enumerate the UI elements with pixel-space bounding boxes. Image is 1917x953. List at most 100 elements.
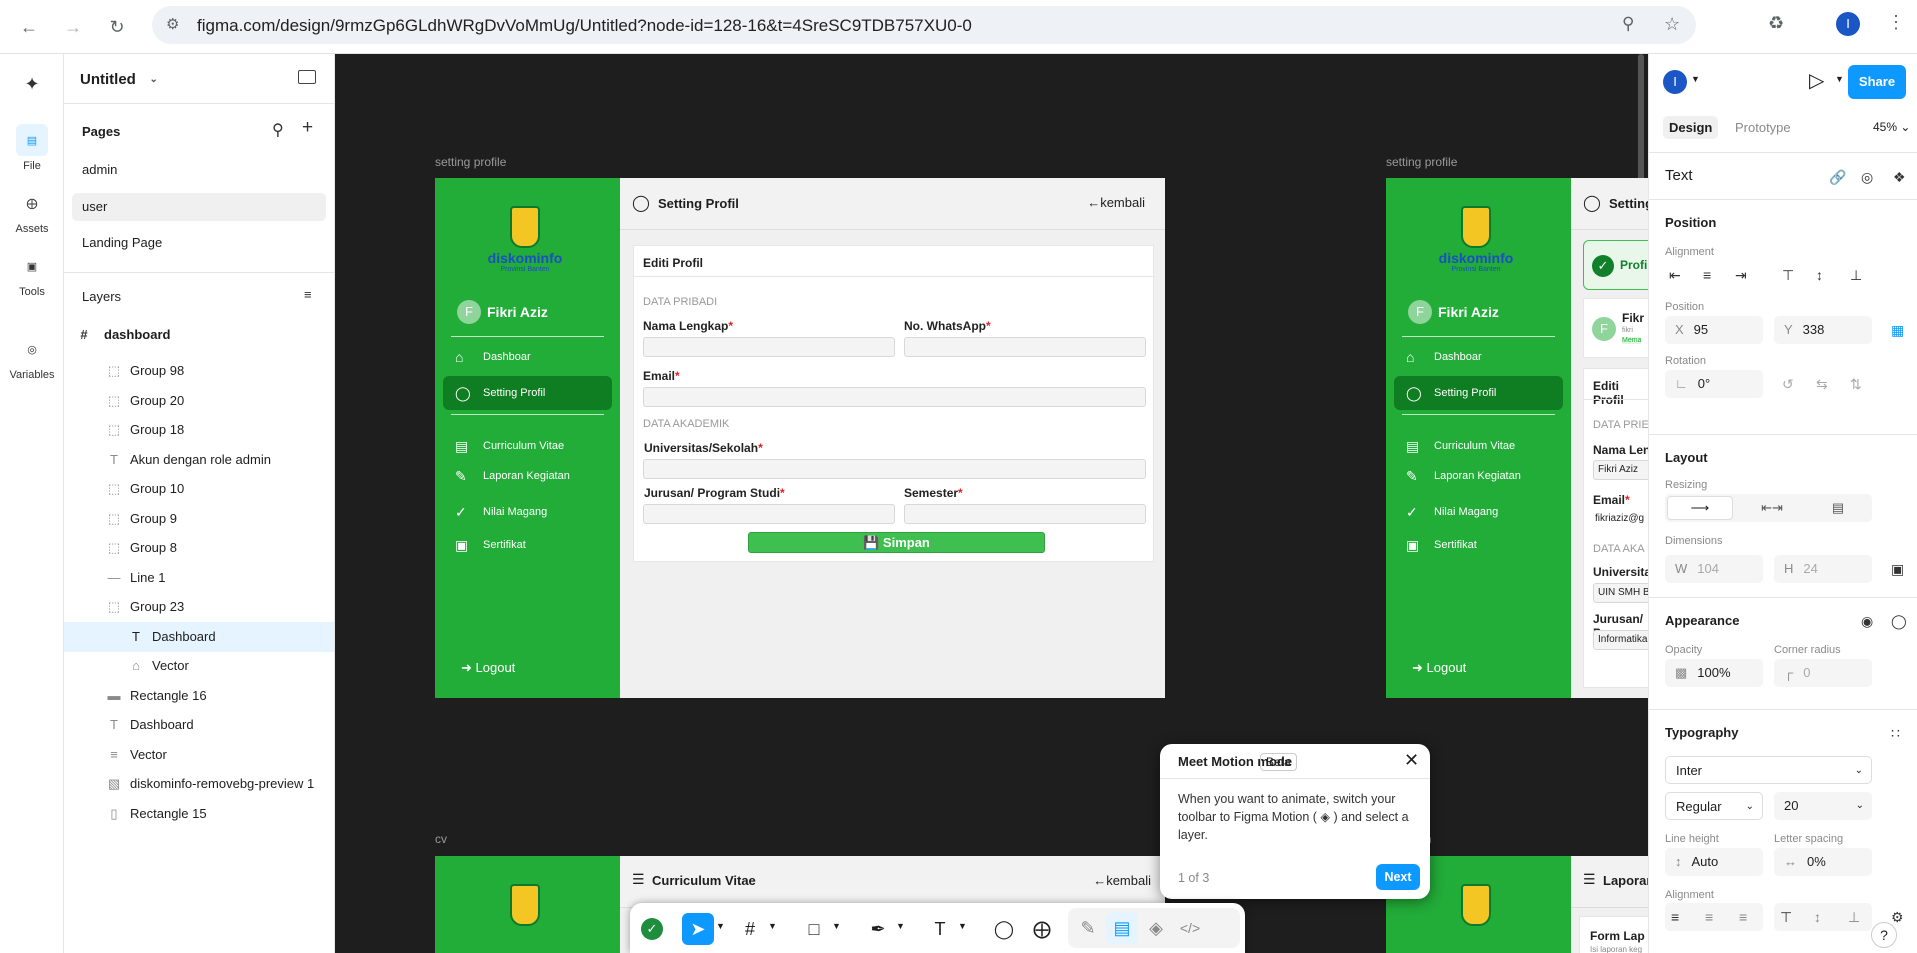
rail-tools[interactable]: ▣ Tools: [0, 250, 64, 299]
move-tool-icon[interactable]: ➤: [682, 913, 714, 945]
component-icon[interactable]: ❖: [1893, 169, 1906, 186]
motion-mode-icon[interactable]: ◈: [1140, 912, 1172, 944]
text-align-center-icon[interactable]: ≡: [1705, 909, 1713, 925]
blend-mode-icon[interactable]: ◯: [1891, 613, 1907, 630]
layer-item[interactable]: T Akun dengan role admin: [78, 445, 334, 475]
menu-setting-profil[interactable]: ◯ Setting Profil: [1394, 376, 1563, 410]
font-weight-select[interactable]: Regular ⌄: [1665, 792, 1763, 820]
menu-cv[interactable]: ▤ Curriculum Vitae: [1394, 431, 1563, 461]
corner-radius-field[interactable]: ┌ 0: [1774, 659, 1872, 687]
comment-tool-icon[interactable]: ◯: [988, 913, 1020, 945]
menu-setting-profil[interactable]: ◯ Setting Profil: [443, 376, 612, 410]
extensions-icon[interactable]: ♻: [1768, 13, 1784, 34]
layer-item[interactable]: ⬚ Group 8: [78, 533, 334, 563]
layer-root-frame[interactable]: # dashboard: [72, 320, 329, 350]
chevron-down-icon[interactable]: ▼: [716, 921, 725, 931]
x-field[interactable]: X 95: [1665, 316, 1763, 344]
menu-dashboard[interactable]: ⌂ Dashboar: [443, 342, 612, 372]
tab-design[interactable]: Design: [1663, 116, 1719, 139]
align-right-icon[interactable]: ⇥: [1735, 267, 1747, 284]
text-align-bottom-icon[interactable]: ⊥: [1848, 909, 1860, 926]
page-item-user[interactable]: user: [72, 193, 326, 221]
frame-setting-profile[interactable]: diskominfo Provinsi Banten F Fikri Aziz …: [435, 178, 1165, 698]
collapse-layers-icon[interactable]: ≡: [304, 287, 312, 302]
layer-item[interactable]: ⬚ Group 10: [78, 474, 334, 504]
logout-button[interactable]: ➜ Logout: [1412, 660, 1466, 676]
menu-laporan[interactable]: ✎ Laporan Kegiatan: [1394, 461, 1563, 491]
menu-sertifikat[interactable]: ▣ Sertifikat: [443, 530, 612, 560]
logout-button[interactable]: ➜ Logout: [461, 660, 515, 676]
forward-arrow-icon[interactable]: →: [58, 12, 88, 42]
font-size-field[interactable]: 20 ⌄: [1774, 792, 1872, 820]
layer-item[interactable]: ⬚ Group 18: [78, 415, 334, 445]
user-avatar[interactable]: I: [1663, 70, 1687, 94]
text-tool-icon[interactable]: T: [924, 913, 956, 945]
add-page-icon[interactable]: +: [302, 117, 313, 139]
menu-nilai[interactable]: ✓ Nilai Magang: [443, 497, 612, 527]
reload-icon[interactable]: ↻: [102, 12, 132, 42]
page-item-landing[interactable]: Landing Page: [72, 229, 326, 257]
opacity-field[interactable]: ▩ 100%: [1665, 659, 1763, 687]
type-settings-icon[interactable]: ⚙: [1891, 909, 1904, 926]
frame-label[interactable]: setting profile: [1386, 155, 1457, 169]
y-field[interactable]: Y 338: [1774, 316, 1872, 344]
canvas[interactable]: setting profile diskominfo Provinsi Bant…: [335, 54, 1648, 953]
letter-spacing-field[interactable]: ↔ 0%: [1774, 848, 1872, 876]
frame-tool-icon[interactable]: #: [734, 913, 766, 945]
whatsapp-input[interactable]: [904, 337, 1146, 357]
pen-tool-icon[interactable]: ✒: [862, 913, 894, 945]
link-icon[interactable]: 🔗: [1829, 169, 1846, 186]
email-value[interactable]: fikriaziz@g: [1595, 513, 1644, 524]
layer-item[interactable]: T Dashboard: [64, 621, 334, 652]
univ-input[interactable]: UIN SMH B: [1593, 583, 1648, 603]
text-styles-icon[interactable]: ∷: [1891, 725, 1900, 742]
page-item-admin[interactable]: admin: [72, 156, 326, 184]
dev-mode-icon[interactable]: </>: [1174, 912, 1206, 944]
text-align-right-icon[interactable]: ≡: [1739, 909, 1747, 925]
nama-input[interactable]: [643, 337, 895, 357]
rail-file[interactable]: ▤ File: [0, 124, 64, 172]
draw-mode-icon[interactable]: ✎: [1072, 912, 1104, 944]
style-icon[interactable]: ◎: [1861, 169, 1873, 186]
status-check-icon[interactable]: ✓: [636, 913, 668, 945]
layer-item[interactable]: — Line 1: [78, 563, 334, 593]
star-icon[interactable]: ☆: [1664, 14, 1680, 35]
eye-icon[interactable]: ◉: [1861, 613, 1873, 630]
next-button[interactable]: Next: [1376, 864, 1420, 890]
zoom-level[interactable]: 45% ⌄: [1873, 120, 1910, 134]
tab-prototype[interactable]: Prototype: [1735, 120, 1791, 135]
text-align-top-icon[interactable]: ⊤: [1780, 909, 1792, 926]
zoom-icon[interactable]: ⚲: [1622, 14, 1634, 34]
jurusan-input[interactable]: [643, 504, 895, 524]
auto-height-icon[interactable]: ⇤⇥: [1739, 496, 1805, 520]
nama-input[interactable]: Fikri Aziz: [1593, 460, 1648, 480]
panel-toggle-icon[interactable]: [298, 70, 316, 84]
rail-variables[interactable]: ◎ Variables: [0, 333, 64, 382]
layer-item[interactable]: ▬ Rectangle 16: [78, 681, 334, 711]
file-name-button[interactable]: Untitled ⌄: [72, 66, 164, 94]
layer-item[interactable]: ⬚ Group 20: [78, 386, 334, 416]
resize-icon[interactable]: ▣: [1891, 561, 1904, 578]
flip-vertical-icon[interactable]: ⇅: [1850, 376, 1862, 393]
layer-item[interactable]: ≡ Vector: [78, 740, 334, 770]
fixed-width-icon[interactable]: ⟶: [1667, 496, 1733, 520]
rail-assets[interactable]: ⨁ Assets: [0, 187, 64, 236]
jurusan-input[interactable]: Informatika: [1593, 630, 1648, 650]
browser-menu-icon[interactable]: ⋮: [1887, 12, 1905, 33]
align-top-icon[interactable]: ⊤: [1782, 267, 1794, 284]
semester-input[interactable]: [904, 504, 1146, 524]
flip-horizontal-icon[interactable]: ⇆: [1816, 376, 1828, 393]
layer-item[interactable]: ▯ Rectangle 15: [78, 799, 334, 829]
align-middle-icon[interactable]: ↕: [1816, 267, 1823, 283]
univ-input[interactable]: [643, 459, 1146, 479]
menu-nilai[interactable]: ✓ Nilai Magang: [1394, 497, 1563, 527]
layer-item[interactable]: T Dashboard: [78, 710, 334, 740]
menu-cv[interactable]: ▤ Curriculum Vitae: [443, 431, 612, 461]
address-bar[interactable]: ⚙ figma.com/design/9rmzGp6GLdhWRgDvVoMmU…: [152, 6, 1696, 44]
frame-label[interactable]: cv: [435, 832, 447, 846]
line-height-field[interactable]: ↕ Auto: [1665, 848, 1763, 876]
back-arrow-icon[interactable]: ←: [14, 12, 44, 42]
align-bottom-icon[interactable]: ⊥: [1850, 267, 1862, 284]
fixed-size-icon[interactable]: ▤: [1805, 496, 1871, 520]
layer-item[interactable]: ⌂ Vector: [78, 651, 334, 681]
